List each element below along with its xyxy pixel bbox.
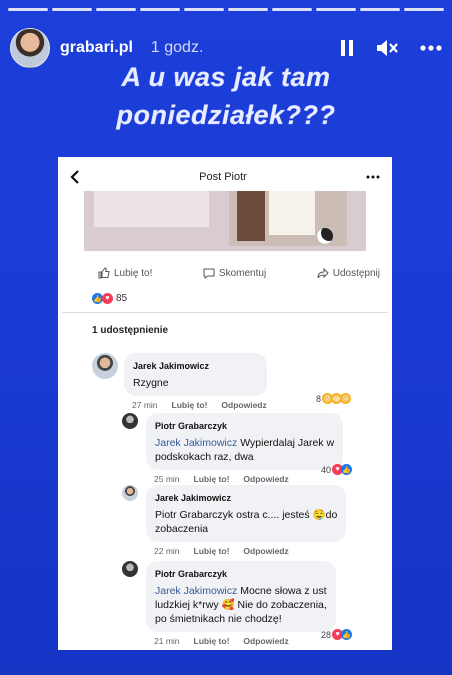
comment-reply: Odpowiedz xyxy=(243,636,289,646)
mention: Jarek Jakimowicz xyxy=(155,585,238,597)
progress-segment xyxy=(52,8,92,11)
comment-text: Piotr Grabarczyk ostra c.... jesteś 🤤do xyxy=(155,509,338,521)
comment-reactions: 28 ♥ 👍 xyxy=(321,629,353,640)
comment-text: Wypierdalaj Jarek w xyxy=(237,437,335,449)
share-action: Udostępnij xyxy=(317,267,380,279)
football-shape xyxy=(317,228,333,244)
comment-like: Lubię to! xyxy=(193,546,230,556)
post-actions: Lubię to! Skomentuj Udostępnij xyxy=(58,267,392,279)
shares-count: 1 udostępnienie xyxy=(92,325,169,336)
like-action: Lubię to! xyxy=(98,267,152,279)
comment-author: Jarek Jakimowicz xyxy=(133,361,210,371)
comment-reactions: 8 😡 😂 😢 xyxy=(316,393,352,404)
divider xyxy=(62,312,388,313)
reaction-count: 8 xyxy=(316,393,322,404)
post-title: Post Piotr xyxy=(199,171,247,183)
comment-label: Skomentuj xyxy=(218,267,267,279)
thumbs-up-icon xyxy=(98,267,110,279)
post-time: 1 godz. xyxy=(150,39,204,56)
comment-reply: Odpowiedz xyxy=(243,546,289,556)
more-options-icon[interactable] xyxy=(420,45,442,51)
photo-left xyxy=(94,191,209,227)
comment-author: Piotr Grabarczyk xyxy=(155,569,228,579)
shirt-shape xyxy=(269,191,315,235)
mute-icon[interactable] xyxy=(376,39,398,57)
comment-bubble: Jarek Jakimowicz Piotr Grabarczyk ostra … xyxy=(146,485,347,542)
progress-segment xyxy=(316,8,356,11)
progress-segment xyxy=(140,8,180,11)
reaction-count: 28 xyxy=(321,629,332,640)
comment-avatar xyxy=(122,485,138,501)
comment-like: Lubię to! xyxy=(171,400,208,410)
reaction-count: 85 xyxy=(116,293,128,304)
comment-avatar xyxy=(92,353,118,379)
progress-segment xyxy=(96,8,136,11)
like-reaction-icon: 👍 xyxy=(341,629,353,640)
caption-line-2: poniedziałek??? xyxy=(116,100,336,130)
progress-segment xyxy=(228,8,268,11)
progress-segment xyxy=(184,8,224,11)
reaction-count: 40 xyxy=(321,464,332,475)
comment-bubble: Piotr Grabarczyk Jarek Jakimowicz Wypier… xyxy=(146,413,344,470)
progress-segment xyxy=(360,8,400,11)
comment-reactions: 40 ♥ 👍 xyxy=(321,464,353,475)
comment-icon xyxy=(203,268,215,279)
comment: Jarek Jakimowicz Rzygne 27 min Lubię to!… xyxy=(92,353,267,410)
share-icon xyxy=(317,267,329,279)
facebook-post-screenshot: Post Piotr Lubię to! Skomentuj Udostępni… xyxy=(58,157,392,650)
comment-meta: 21 min Lubię to! Odpowiedz xyxy=(146,636,336,646)
pause-icon[interactable] xyxy=(340,39,354,57)
person-shape xyxy=(237,191,265,241)
comment-text: po śmietnikach nie chodzę! xyxy=(155,613,282,625)
comment-time: 27 min xyxy=(132,400,158,410)
comment-bubble: Piotr Grabarczyk Jarek Jakimowicz Mocne … xyxy=(146,561,336,632)
comment-text: Rzygne xyxy=(133,377,169,389)
comment-meta: 27 min Lubię to! Odpowiedz xyxy=(124,400,267,410)
share-label: Udostępnij xyxy=(332,267,380,279)
comment-avatar xyxy=(122,561,138,577)
comment-text: Mocne słowa z ust xyxy=(237,585,327,597)
progress-segment xyxy=(8,8,48,11)
comment-time: 22 min xyxy=(154,546,180,556)
comment-bubble: Jarek Jakimowicz Rzygne xyxy=(124,353,267,396)
comment-reply: Odpowiedz xyxy=(221,400,267,410)
comment-avatar xyxy=(122,413,138,429)
mention: Jarek Jakimowicz xyxy=(155,437,238,449)
comment-time: 25 min xyxy=(154,474,180,484)
comment-reply-3: Piotr Grabarczyk Jarek Jakimowicz Mocne … xyxy=(122,561,336,646)
photo-right xyxy=(229,191,347,246)
username[interactable]: grabari.pl xyxy=(60,39,133,57)
comment-author: Jarek Jakimowicz xyxy=(155,493,232,503)
comment-text: zobaczenia xyxy=(155,523,209,535)
post-image xyxy=(84,191,366,251)
sad-reaction-icon: 😢 xyxy=(340,393,352,404)
comment-meta: 25 min Lubię to! Odpowiedz xyxy=(146,474,343,484)
comment-like: Lubię to! xyxy=(193,636,230,646)
comment-time: 21 min xyxy=(154,636,180,646)
comment-text: podskokach raz, dwa xyxy=(155,451,254,463)
comment-action: Skomentuj xyxy=(203,267,266,279)
progress-segment xyxy=(272,8,312,11)
story-progress xyxy=(8,8,444,11)
back-arrow-icon xyxy=(70,170,79,184)
comment-text: ludzkiej k*rwy 🥰 Nie do zobaczenia, xyxy=(155,599,327,611)
comment-reply: Odpowiedz xyxy=(243,474,289,484)
like-label: Lubię to! xyxy=(114,267,153,279)
reaction-summary: 👍 ♥ 85 xyxy=(92,293,392,304)
comment-reply-1: Piotr Grabarczyk Jarek Jakimowicz Wypier… xyxy=(122,413,344,484)
comment-reply-2: Jarek Jakimowicz Piotr Grabarczyk ostra … xyxy=(122,485,347,556)
more-icon xyxy=(366,175,380,179)
like-reaction-icon: 👍 xyxy=(341,464,353,475)
caption-line-1: A u was jak tam xyxy=(121,62,331,92)
comment-author: Piotr Grabarczyk xyxy=(155,421,228,431)
comment-like: Lubię to! xyxy=(193,474,230,484)
love-reaction-icon: ♥ xyxy=(102,293,113,304)
progress-segment xyxy=(404,8,444,11)
comment-meta: 22 min Lubię to! Odpowiedz xyxy=(146,546,346,556)
